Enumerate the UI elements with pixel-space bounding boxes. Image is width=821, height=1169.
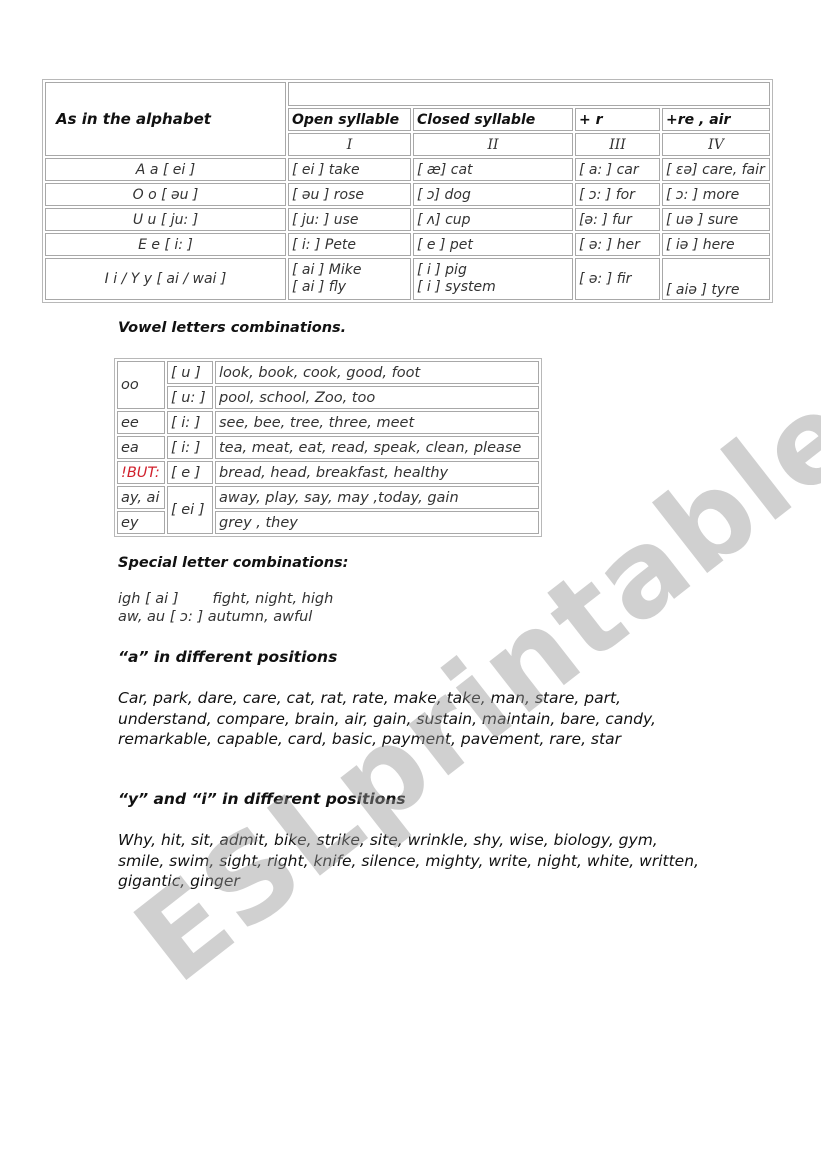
cell: [ i ] pig [ i ] system: [413, 258, 573, 300]
table-row: oo [ u ] look, book, cook, good, foot: [117, 361, 539, 409]
table-row: O o [ əu ] [ əu ] rose [ ɔ] dog [ ɔ: ] f…: [45, 183, 770, 206]
numeral-1: I: [288, 133, 411, 156]
cell-line: [ i ] pig: [417, 262, 467, 278]
cell: [ ɛə] care, fair: [662, 158, 770, 181]
cell-line: [ ai ] fly: [292, 279, 347, 295]
special-combinations-title: Special letter combinations:: [118, 555, 349, 571]
text-line: smile, swim, sight, right, knife, silenc…: [118, 851, 699, 870]
cell: [ ɔ: ] more: [662, 183, 770, 206]
vowel-combinations-title: Vowel letters combinations.: [118, 320, 347, 336]
table-row: !BUT: [ e ] bread, head, breakfast, heal…: [117, 461, 539, 484]
sound-cell: [ u ]: [167, 361, 213, 384]
cell: [ə: ] fur: [575, 208, 660, 231]
words-cell: bread, head, breakfast, healthy: [215, 461, 539, 484]
letter-cell: A a [ ei ]: [45, 158, 286, 181]
blank-header-cell: [288, 82, 770, 106]
table-row: U u [ ju: ] [ ju: ] use [ ʌ] cup [ə: ] f…: [45, 208, 770, 231]
cell: [ ei ] take: [288, 158, 411, 181]
sound-cell: [ i: ]: [167, 436, 213, 459]
cell: [ ai ] Mike [ ai ] fly: [288, 258, 411, 300]
a-positions-text: Car, park, dare, care, cat, rat, rate, m…: [118, 688, 778, 750]
words-cell: look, book, cook, good, foot: [215, 361, 539, 384]
header-open-syllable: Open syllable: [288, 108, 411, 131]
cell: [ əu ] rose: [288, 183, 411, 206]
cell: [ ə: ] her: [575, 233, 660, 256]
combo-cell: ea: [117, 436, 165, 459]
numeral-4: IV: [662, 133, 770, 156]
words-cell: grey , they: [215, 511, 539, 534]
header-plus-re-air: +re , air: [662, 108, 770, 131]
table-row: A a [ ei ] [ ei ] take [ æ] cat [ a: ] c…: [45, 158, 770, 181]
table-row: ee [ i: ] see, bee, tree, three, meet: [117, 411, 539, 434]
combo-cell: ee: [117, 411, 165, 434]
vowel-reading-table: As in the alphabet Open syllable Closed …: [42, 79, 773, 303]
numeral-2: II: [413, 133, 573, 156]
table-row: I i / Y y [ ai / wai ] [ ai ] Mike [ ai …: [45, 258, 770, 300]
text-line: Why, hit, sit, admit, bike, strike, site…: [118, 831, 658, 849]
words-cell: pool, school, Zoo, too: [215, 386, 539, 409]
special-combo: aw, au [ ɔ: ]: [118, 609, 204, 625]
cell: [ iə ] here: [662, 233, 770, 256]
cell-line: [ i ] system: [417, 279, 496, 295]
words-cell: away, play, say, may ,today, gain: [215, 486, 539, 509]
numeral-3: III: [575, 133, 660, 156]
sound-cell: [ u: ]: [167, 386, 213, 409]
vowel-combinations-table: oo [ u ] look, book, cook, good, foot [ …: [114, 358, 542, 537]
cell: [ ɔ: ] for: [575, 183, 660, 206]
cell: [ ʌ] cup: [413, 208, 573, 231]
table-row: E e [ i: ] [ i: ] Pete [ e ] pet [ ə: ] …: [45, 233, 770, 256]
letter-cell: O o [ əu ]: [45, 183, 286, 206]
letter-cell: I i / Y y [ ai / wai ]: [45, 258, 286, 300]
cell: [ æ] cat: [413, 158, 573, 181]
special-words: fight, night, high: [212, 591, 334, 607]
a-positions-title: “a” in different positions: [118, 648, 338, 666]
cell: [ e ] pet: [413, 233, 573, 256]
sound-cell: [ e ]: [167, 461, 213, 484]
combo-cell: ey: [117, 511, 165, 534]
cell: [ i: ] Pete: [288, 233, 411, 256]
text-line: Car, park, dare, care, cat, rat, rate, m…: [118, 689, 621, 707]
combo-cell: oo: [117, 361, 165, 409]
letter-cell: U u [ ju: ]: [45, 208, 286, 231]
header-plus-r: + r: [575, 108, 660, 131]
cell: [ a: ] car: [575, 158, 660, 181]
cell-line: [ ai ] Mike: [292, 262, 362, 278]
combo-cell: ay, ai: [117, 486, 165, 509]
sound-cell: [ i: ]: [167, 411, 213, 434]
cell: [ aiə ] tyre: [662, 258, 770, 300]
text-line: gigantic, ginger: [118, 872, 240, 890]
special-line: igh [ ai ] fight, night, high: [118, 590, 333, 609]
sound-cell: [ ei ]: [167, 486, 213, 534]
cell: [ ju: ] use: [288, 208, 411, 231]
yi-positions-text: Why, hit, sit, admit, bike, strike, site…: [118, 830, 778, 892]
text-line: remarkable, capable, card, basic, paymen…: [118, 730, 621, 748]
text-line: understand, compare, brain, air, gain, s…: [118, 709, 656, 728]
special-combo: igh [ ai ]: [118, 591, 179, 607]
words-cell: tea, meat, eat, read, speak, clean, plea…: [215, 436, 539, 459]
cell: [ ə: ] fir: [575, 258, 660, 300]
header-closed-syllable: Closed syllable: [413, 108, 573, 131]
table-row: ay, ai [ ei ] away, play, say, may ,toda…: [117, 486, 539, 534]
cell: [ uə ] sure: [662, 208, 770, 231]
words-cell: see, bee, tree, three, meet: [215, 411, 539, 434]
yi-positions-title: “y” and “i” in different positions: [118, 790, 406, 808]
special-line: aw, au [ ɔ: ] autumn, awful: [118, 608, 312, 627]
exception-label: !BUT:: [117, 461, 165, 484]
letter-cell: E e [ i: ]: [45, 233, 286, 256]
alphabet-header: As in the alphabet: [45, 82, 286, 156]
special-words: autumn, awful: [207, 609, 313, 625]
table-row: [ u: ] pool, school, Zoo, too: [117, 386, 539, 409]
cell: [ ɔ] dog: [413, 183, 573, 206]
table-row: ea [ i: ] tea, meat, eat, read, speak, c…: [117, 436, 539, 459]
